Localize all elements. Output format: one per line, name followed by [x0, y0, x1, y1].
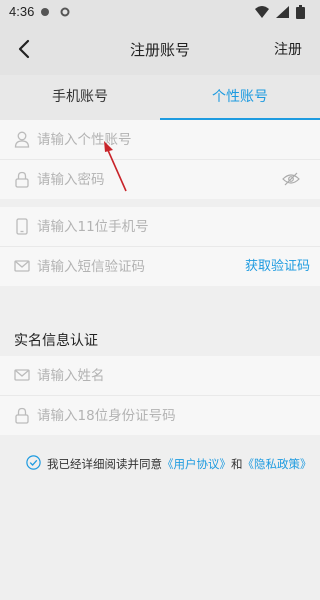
- app-header: 注册账号 注册: [0, 24, 320, 75]
- id-number-input[interactable]: [37, 396, 237, 435]
- get-verification-code-button[interactable]: 获取验证码: [245, 247, 310, 286]
- name-row: [0, 356, 320, 395]
- register-button[interactable]: 注册: [274, 39, 302, 59]
- settings-status-icon: [60, 7, 70, 17]
- lock-icon: [15, 171, 29, 188]
- envelope-icon: [14, 369, 30, 381]
- agreement-text: 我已经详细阅读并同意《用户协议》和《隐私政策》: [47, 456, 312, 472]
- toggle-password-visibility-icon[interactable]: [282, 172, 300, 186]
- sms-code-input[interactable]: [37, 247, 237, 286]
- lock-icon: [15, 407, 29, 424]
- phone-number-input[interactable]: [37, 207, 237, 246]
- phone-row: [0, 207, 320, 246]
- username-row: [0, 120, 320, 159]
- user-agreement-link[interactable]: 《用户协议》: [162, 457, 231, 471]
- tab-personal-account[interactable]: 个性账号: [160, 75, 320, 120]
- signal-icon: [276, 6, 289, 18]
- password-row: [0, 160, 320, 199]
- battery-icon: [296, 5, 305, 19]
- agreement-checkbox-icon[interactable]: [26, 455, 41, 470]
- annotation-arrow: [104, 141, 127, 192]
- name-input[interactable]: [37, 356, 237, 395]
- agreement-prefix: 我已经详细阅读并同意: [47, 457, 162, 471]
- real-name-section-title: 实名信息认证: [14, 333, 98, 349]
- id-number-row: [0, 396, 320, 435]
- privacy-policy-link[interactable]: 《隐私政策》: [243, 457, 312, 471]
- user-icon: [14, 131, 30, 148]
- notification-icon: [41, 8, 49, 16]
- sms-icon: [14, 260, 30, 272]
- account-type-tabs: 手机账号 个性账号: [0, 75, 320, 120]
- agreement-and: 和: [231, 457, 243, 471]
- page-title: 注册账号: [129, 41, 190, 59]
- tab-phone-account[interactable]: 手机账号: [0, 75, 160, 120]
- sms-code-row: 获取验证码: [0, 247, 320, 286]
- personal-account-input[interactable]: [37, 120, 237, 159]
- phone-icon: [16, 218, 28, 235]
- password-input[interactable]: [37, 160, 237, 199]
- status-time: 4:36: [9, 4, 35, 19]
- status-bar: 4:36: [0, 0, 320, 24]
- wifi-icon: [255, 6, 269, 18]
